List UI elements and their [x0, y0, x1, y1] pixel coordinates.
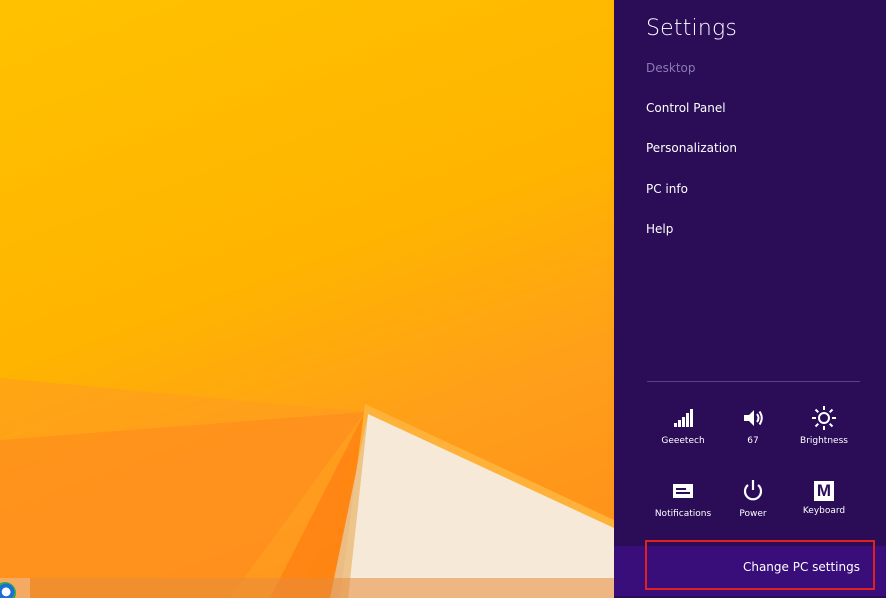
- settings-charm-panel: Settings Desktop Control Panel Personali…: [614, 0, 886, 598]
- wallpaper-shapes: [0, 378, 614, 598]
- divider: [647, 381, 860, 382]
- keyboard-icon: M: [814, 481, 834, 501]
- change-pc-settings-label: Change PC settings: [742, 560, 860, 574]
- desktop-wallpaper: [0, 0, 614, 598]
- volume-label: 67: [747, 436, 759, 446]
- volume-icon: [744, 410, 763, 426]
- pc-info-link[interactable]: PC info: [646, 182, 688, 196]
- control-panel-link[interactable]: Control Panel: [646, 101, 726, 115]
- network-label: Geeetech: [661, 436, 705, 446]
- start-button[interactable]: [0, 578, 30, 598]
- wifi-signal-icon: [674, 409, 693, 427]
- network-tile[interactable]: Geeetech: [648, 405, 718, 446]
- keyboard-label: Keyboard: [802, 506, 846, 516]
- charm-title: Settings: [646, 16, 738, 41]
- power-tile[interactable]: Power: [718, 478, 788, 519]
- notifications-icon: [673, 484, 693, 498]
- personalization-link[interactable]: Personalization: [646, 141, 737, 155]
- power-label: Power: [739, 509, 767, 519]
- volume-tile[interactable]: 67: [718, 405, 788, 446]
- context-label: Desktop: [646, 61, 696, 75]
- taskbar: [0, 578, 614, 598]
- notifications-label: Notifications: [654, 509, 712, 519]
- start-orb-icon: [0, 582, 16, 598]
- brightness-label: Brightness: [800, 436, 848, 446]
- brightness-tile[interactable]: Brightness: [789, 405, 859, 446]
- brightness-icon: [812, 406, 836, 430]
- notifications-tile[interactable]: Notifications: [648, 478, 718, 519]
- power-icon: [743, 480, 763, 501]
- change-pc-settings-button[interactable]: Change PC settings: [614, 546, 886, 596]
- help-link[interactable]: Help: [646, 222, 673, 236]
- keyboard-tile[interactable]: M Keyboard: [789, 478, 859, 516]
